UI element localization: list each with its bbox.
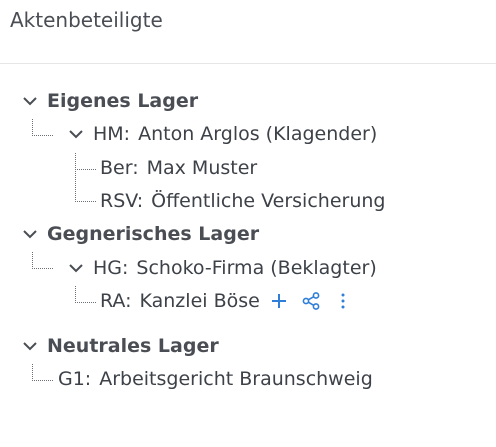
tree-connector: [75, 286, 96, 303]
plus-icon[interactable]: [268, 290, 290, 312]
node-hg[interactable]: HG: Schoko-Firma (Beklagter): [68, 256, 377, 280]
node-role: HG:: [93, 257, 129, 279]
share-icon[interactable]: [300, 290, 322, 312]
more-vertical-icon[interactable]: [332, 290, 354, 312]
chevron-down-icon[interactable]: [68, 126, 84, 142]
node-name: Schoko-Firma (Beklagter): [136, 257, 377, 279]
node-ra[interactable]: RA: Kanzlei Böse: [100, 289, 364, 313]
tree-connector: [32, 364, 53, 381]
node-role: RSV:: [100, 190, 144, 212]
node-name: Arbeitsgericht Braunschweig: [99, 368, 373, 390]
tree-connector: [32, 252, 53, 269]
node-name: Kanzlei Böse: [139, 290, 260, 312]
chevron-down-icon[interactable]: [22, 93, 38, 109]
tree-connector: [75, 169, 96, 202]
group-own[interactable]: Eigenes Lager: [22, 89, 198, 113]
node-name: Öffentliche Versicherung: [151, 190, 386, 212]
node-role: G1:: [58, 368, 92, 390]
group-own-label: Eigenes Lager: [47, 90, 199, 112]
panel-title: Aktenbeteiligte: [10, 8, 163, 32]
group-neutral-label: Neutrales Lager: [47, 335, 219, 357]
group-opposing-label: Gegnerisches Lager: [47, 223, 260, 245]
node-role: Ber:: [100, 157, 139, 179]
divider: [0, 63, 496, 64]
group-neutral[interactable]: Neutrales Lager: [22, 334, 219, 358]
tree-connector: [32, 119, 53, 136]
chevron-down-icon[interactable]: [22, 338, 38, 354]
node-rsv[interactable]: RSV: Öffentliche Versicherung: [100, 189, 385, 213]
node-ber[interactable]: Ber: Max Muster: [100, 156, 257, 180]
tree-connector: [75, 153, 96, 170]
node-g1[interactable]: G1: Arbeitsgericht Braunschweig: [58, 367, 373, 391]
node-name: Max Muster: [146, 157, 258, 179]
chevron-down-icon[interactable]: [22, 226, 38, 242]
node-hm[interactable]: HM: Anton Arglos (Klagender): [68, 122, 377, 146]
group-opposing[interactable]: Gegnerisches Lager: [22, 222, 259, 246]
chevron-down-icon[interactable]: [68, 260, 84, 276]
node-actions: [268, 290, 364, 312]
node-role: HM:: [93, 123, 131, 145]
node-name: Anton Arglos (Klagender): [138, 123, 378, 145]
node-role: RA:: [100, 290, 132, 312]
